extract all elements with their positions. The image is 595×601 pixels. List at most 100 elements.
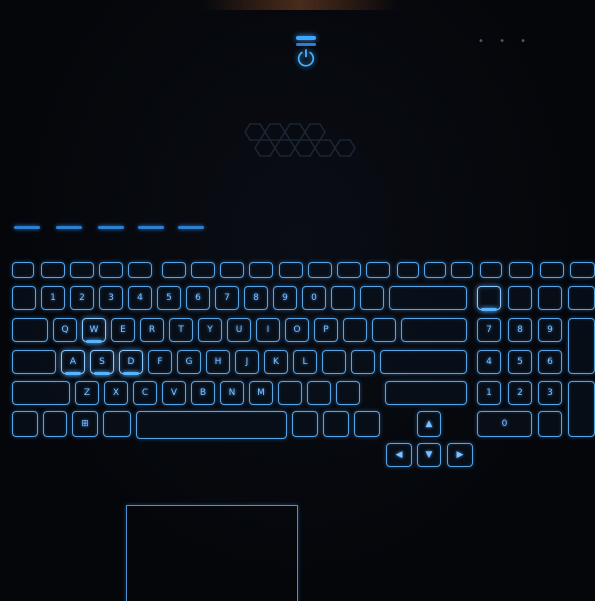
key-3[interactable]: 3 (99, 286, 123, 310)
key-2[interactable]: 2 (70, 286, 94, 310)
key-num-9[interactable]: 9 (538, 318, 562, 342)
key-esc[interactable] (12, 262, 34, 278)
key-1[interactable]: 1 (41, 286, 65, 310)
arrow-right-icon[interactable]: ▶ (447, 443, 473, 467)
key-f12[interactable] (366, 262, 390, 278)
key-semicolon[interactable] (322, 350, 346, 374)
key-end[interactable] (509, 262, 533, 278)
key-o[interactable]: O (285, 318, 309, 342)
key-f4[interactable] (128, 262, 152, 278)
key-8[interactable]: 8 (244, 286, 268, 310)
key-rbracket[interactable] (372, 318, 396, 342)
key-capslock[interactable] (12, 350, 56, 374)
windows-icon[interactable]: ⊞ (72, 411, 98, 437)
key-pgdn[interactable] (570, 262, 595, 278)
key-q[interactable]: Q (53, 318, 77, 342)
key-comma[interactable] (278, 381, 302, 405)
key-w[interactable]: W (82, 318, 106, 343)
key-h[interactable]: H (206, 350, 230, 374)
key-num-7[interactable]: 7 (477, 318, 501, 342)
key-home[interactable] (480, 262, 502, 278)
key-delete[interactable] (451, 262, 473, 278)
key-numlock[interactable] (477, 286, 501, 311)
key-f3[interactable] (99, 262, 123, 278)
key-quote[interactable] (351, 350, 375, 374)
key-lalt[interactable] (103, 411, 131, 437)
arrow-left-icon[interactable]: ◀ (386, 443, 412, 467)
key-n[interactable]: N (220, 381, 244, 405)
key-p[interactable]: P (314, 318, 338, 342)
key-num-4[interactable]: 4 (477, 350, 501, 374)
key-r[interactable]: R (140, 318, 164, 342)
key-rctrl[interactable] (354, 411, 380, 437)
key-num-1[interactable]: 1 (477, 381, 501, 405)
key-m[interactable]: M (249, 381, 273, 405)
key-equals[interactable] (360, 286, 384, 310)
key-5[interactable]: 5 (157, 286, 181, 310)
key-num-3[interactable]: 3 (538, 381, 562, 405)
key-num-2[interactable]: 2 (508, 381, 532, 405)
key-z[interactable]: Z (75, 381, 99, 405)
key-enter[interactable] (380, 350, 467, 374)
key-insert[interactable] (424, 262, 446, 278)
key-backspace[interactable] (389, 286, 467, 310)
key-4[interactable]: 4 (128, 286, 152, 310)
key-backslash[interactable] (401, 318, 467, 342)
key-ralt[interactable] (292, 411, 318, 437)
key-j[interactable]: J (235, 350, 259, 374)
touchpad[interactable] (126, 505, 298, 601)
key-f1[interactable] (41, 262, 65, 278)
key-tab[interactable] (12, 318, 48, 342)
key-f2[interactable] (70, 262, 94, 278)
key-lbracket[interactable] (343, 318, 367, 342)
key-tilde[interactable] (12, 286, 36, 310)
key-lctrl[interactable] (12, 411, 38, 437)
key-9[interactable]: 9 (273, 286, 297, 310)
key-x[interactable]: X (104, 381, 128, 405)
key-y[interactable]: Y (198, 318, 222, 342)
key-l[interactable]: L (293, 350, 317, 374)
key-f[interactable]: F (148, 350, 172, 374)
key-num-minus[interactable] (568, 286, 595, 310)
key-t[interactable]: T (169, 318, 193, 342)
key-f8[interactable] (249, 262, 273, 278)
key-6[interactable]: 6 (186, 286, 210, 310)
key-b[interactable]: B (191, 381, 215, 405)
key-s[interactable]: S (90, 350, 114, 375)
key-i[interactable]: I (256, 318, 280, 342)
key-num-8[interactable]: 8 (508, 318, 532, 342)
key-f11[interactable] (337, 262, 361, 278)
key-minus[interactable] (331, 286, 355, 310)
key-period[interactable] (307, 381, 331, 405)
key-num-5[interactable]: 5 (508, 350, 532, 374)
key-num-6[interactable]: 6 (538, 350, 562, 374)
key-f5[interactable] (162, 262, 186, 278)
key-space[interactable] (136, 411, 287, 439)
key-f6[interactable] (191, 262, 215, 278)
key-print[interactable] (397, 262, 419, 278)
key-rshift[interactable] (385, 381, 467, 405)
key-pgup[interactable] (540, 262, 564, 278)
key-d[interactable]: D (119, 350, 143, 375)
key-num-divide[interactable] (508, 286, 532, 310)
key-0[interactable]: 0 (302, 286, 326, 310)
key-e[interactable]: E (111, 318, 135, 342)
arrow-up-icon[interactable]: ▲ (417, 411, 441, 437)
key-lshift[interactable] (12, 381, 70, 405)
key-f7[interactable] (220, 262, 244, 278)
key-menu[interactable] (323, 411, 349, 437)
key-k[interactable]: K (264, 350, 288, 374)
key-u[interactable]: U (227, 318, 251, 342)
arrow-down-icon[interactable]: ▼ (417, 443, 441, 467)
key-f9[interactable] (279, 262, 303, 278)
key-num-multiply[interactable] (538, 286, 562, 310)
key-num-0[interactable]: 0 (477, 411, 532, 437)
key-c[interactable]: C (133, 381, 157, 405)
key-a[interactable]: A (61, 350, 85, 375)
key-slash[interactable] (336, 381, 360, 405)
key-num-plus[interactable] (568, 318, 595, 374)
key-g[interactable]: G (177, 350, 201, 374)
key-f10[interactable] (308, 262, 332, 278)
key-7[interactable]: 7 (215, 286, 239, 310)
key-fn[interactable] (43, 411, 67, 437)
